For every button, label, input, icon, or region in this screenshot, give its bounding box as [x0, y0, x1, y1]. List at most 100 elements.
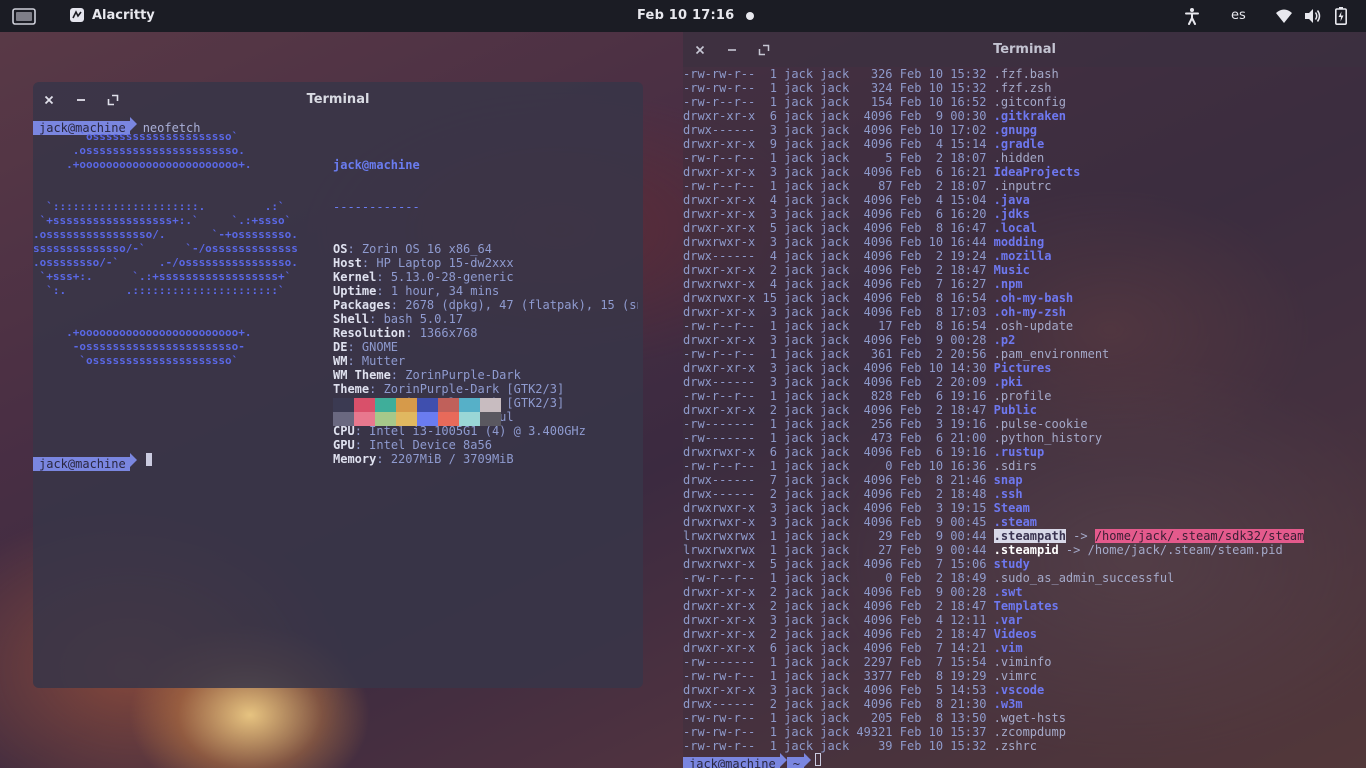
palette-swatch-bright: [459, 412, 480, 426]
listing-row: -rw-r--r-- 1 jack jack 17 Feb 8 16:54 .o…: [683, 319, 1366, 333]
ascii-line: .ossssssso/-` .-/ossssssssssssssso.: [33, 256, 298, 269]
listing-filename: .sudo_as_admin_successful: [993, 571, 1175, 585]
info-value: 5.13.0-28-generic: [390, 270, 514, 284]
activities-icon[interactable]: [12, 8, 36, 25]
info-key: Shell: [333, 312, 370, 326]
listing-row: drwxrwxr-x 15 jack jack 4096 Feb 8 16:54…: [683, 291, 1366, 305]
info-colon: :: [354, 424, 370, 438]
info-key: Theme: [333, 382, 370, 396]
listing-meta: -rw-r--r-- 1 jack jack 361 Feb 2 20:56: [683, 347, 994, 361]
app-icon: [70, 8, 84, 22]
listing-meta: lrwxrwxrwx 1 jack jack 27 Feb 9 00:44: [683, 543, 994, 557]
ascii-line: [33, 186, 318, 200]
listing-meta: drwxrwxr-x 3 jack jack 4096 Feb 3 19:15: [683, 501, 994, 515]
listing-filename: Templates: [993, 599, 1059, 613]
clock[interactable]: Feb 10 17:16: [637, 8, 734, 23]
volume-icon[interactable]: [1304, 8, 1322, 24]
listing-meta: drwxr-xr-x 6 jack jack 4096 Feb 9 00:30: [683, 109, 994, 123]
info-key: Uptime: [333, 284, 377, 298]
palette-swatch-bright: [438, 412, 459, 426]
symlink-arrow: ->: [1065, 529, 1095, 543]
listing-meta: drwxr-xr-x 3 jack jack 4096 Feb 5 14:53: [683, 683, 994, 697]
wifi-icon[interactable]: [1275, 8, 1293, 24]
app-menu-label[interactable]: Alacritty: [92, 8, 155, 23]
listing-filename: .jdks: [993, 207, 1030, 221]
listing-filename: .vscode: [993, 683, 1045, 697]
keyboard-language-indicator[interactable]: es: [1231, 8, 1246, 23]
prompt-directory: ~: [786, 757, 804, 768]
info-key: DE: [333, 340, 348, 354]
listing-filename: .pki: [993, 375, 1023, 389]
info-colon: :: [347, 354, 362, 368]
shell-prompt-active[interactable]: jack@machine ~: [683, 753, 821, 768]
battery-icon[interactable]: [1335, 7, 1347, 25]
info-colon: :: [347, 242, 362, 256]
listing-meta: -rw------- 1 jack jack 2297 Feb 7 15:54: [683, 655, 994, 669]
shell-prompt-active[interactable]: jack@machine: [33, 453, 152, 471]
info-row: WM Theme: ZorinPurple-Dark: [333, 368, 638, 382]
info-key: Host: [333, 256, 362, 270]
info-colon: :: [405, 326, 420, 340]
prompt-user-host: jack@machine: [33, 457, 130, 471]
ascii-line: `osssssssssssssssssssso`: [33, 130, 239, 143]
listing-row: -rw-r--r-- 1 jack jack 0 Feb 2 18:49 .su…: [683, 571, 1366, 585]
listing-filename: snap: [993, 473, 1023, 487]
info-user-host: jack@machine: [333, 158, 420, 172]
listing-meta: -rw-r--r-- 1 jack jack 154 Feb 10 16:52: [683, 95, 994, 109]
listing-row: -rw-r--r-- 1 jack jack 361 Feb 2 20:56 .…: [683, 347, 1366, 361]
listing-row: drwx------ 3 jack jack 4096 Feb 10 17:02…: [683, 123, 1366, 137]
listing-meta: drwxr-xr-x 3 jack jack 4096 Feb 8 17:03: [683, 305, 994, 319]
listing-row: drwx------ 7 jack jack 4096 Feb 8 21:46 …: [683, 473, 1366, 487]
info-key: OS: [333, 242, 348, 256]
listing-meta: drwx------ 3 jack jack 4096 Feb 10 17:02: [683, 123, 994, 137]
listing-filename: .wget-hsts: [993, 711, 1066, 725]
info-colon: :: [376, 284, 391, 298]
prompt-user-host: jack@machine: [683, 757, 780, 768]
ascii-line: .+oooooooooooooooooooooooo+.: [33, 158, 252, 171]
listing-row: -rw-r--r-- 1 jack jack 154 Feb 10 16:52 …: [683, 95, 1366, 109]
listing-row: drwxr-xr-x 4 jack jack 4096 Feb 4 15:04 …: [683, 193, 1366, 207]
listing-meta: drwx------ 3 jack jack 4096 Feb 2 20:09: [683, 375, 994, 389]
listing-meta: -rw-r--r-- 1 jack jack 5 Feb 2 18:07: [683, 151, 994, 165]
info-key: Packages: [333, 298, 391, 312]
window-titlebar[interactable]: Terminal: [33, 82, 643, 118]
info-value: 1366x768: [419, 326, 478, 340]
listing-filename: .fzf.zsh: [993, 81, 1052, 95]
info-row: Kernel: 5.13.0-28-generic: [333, 270, 638, 284]
info-colon: :: [369, 382, 384, 396]
listing-row: drwxr-xr-x 3 jack jack 4096 Feb 8 17:03 …: [683, 305, 1366, 319]
accessibility-icon[interactable]: [1183, 7, 1201, 25]
info-row: OS: Zorin OS 16 x86_64: [333, 242, 638, 256]
ascii-line: -osssssssssssssssssssssso-: [33, 340, 245, 353]
listing-meta: drwxr-xr-x 2 jack jack 4096 Feb 9 00:28: [683, 585, 994, 599]
listing-filename: .osh-update: [993, 319, 1074, 333]
listing-meta: drwxr-xr-x 3 jack jack 4096 Feb 10 14:30: [683, 361, 994, 375]
ascii-line: .ossssssssssssssso/. `-+ossssssso.: [33, 228, 298, 241]
listing-filename: .viminfo: [993, 655, 1052, 669]
listing-filename: .steampath: [993, 529, 1066, 543]
palette-swatch: [417, 398, 438, 412]
text-cursor[interactable]: [145, 453, 152, 466]
listing-filename: Videos: [993, 627, 1038, 641]
listing-meta: -rw-rw-r-- 1 jack jack 39 Feb 10 15:32: [683, 739, 994, 753]
info-value: 2207MiB / 3709MiB: [390, 452, 514, 466]
info-colon: :: [361, 256, 377, 270]
palette-swatch: [333, 398, 354, 412]
listing-row: drwx------ 2 jack jack 4096 Feb 2 18:48 …: [683, 487, 1366, 501]
terminal-window-neofetch[interactable]: Terminal jack@machine neofetch `ossssssss…: [33, 82, 643, 688]
symlink-target: /home/jack/.steam/steam.pid: [1087, 543, 1283, 557]
palette-swatch: [354, 398, 375, 412]
listing-filename: .p2: [993, 333, 1016, 347]
listing-filename: Pictures: [993, 361, 1052, 375]
listing-row: drwxr-xr-x 3 jack jack 4096 Feb 5 14:53 …: [683, 683, 1366, 697]
info-separator: ------------: [333, 200, 420, 214]
listing-filename: .w3m: [993, 697, 1023, 711]
terminal-window-listing[interactable]: Terminal -rw-rw-r-- 1 jack jack 326 Feb …: [683, 32, 1366, 768]
text-cursor[interactable]: [814, 753, 821, 766]
ascii-line: `::::::::::::::::::::::. .:`: [33, 200, 285, 213]
window-titlebar[interactable]: Terminal: [683, 32, 1366, 67]
palette-swatch-bright: [354, 412, 375, 426]
palette-swatch: [438, 398, 459, 412]
palette-swatch-bright: [417, 412, 438, 426]
listing-filename: .pulse-cookie: [993, 417, 1088, 431]
